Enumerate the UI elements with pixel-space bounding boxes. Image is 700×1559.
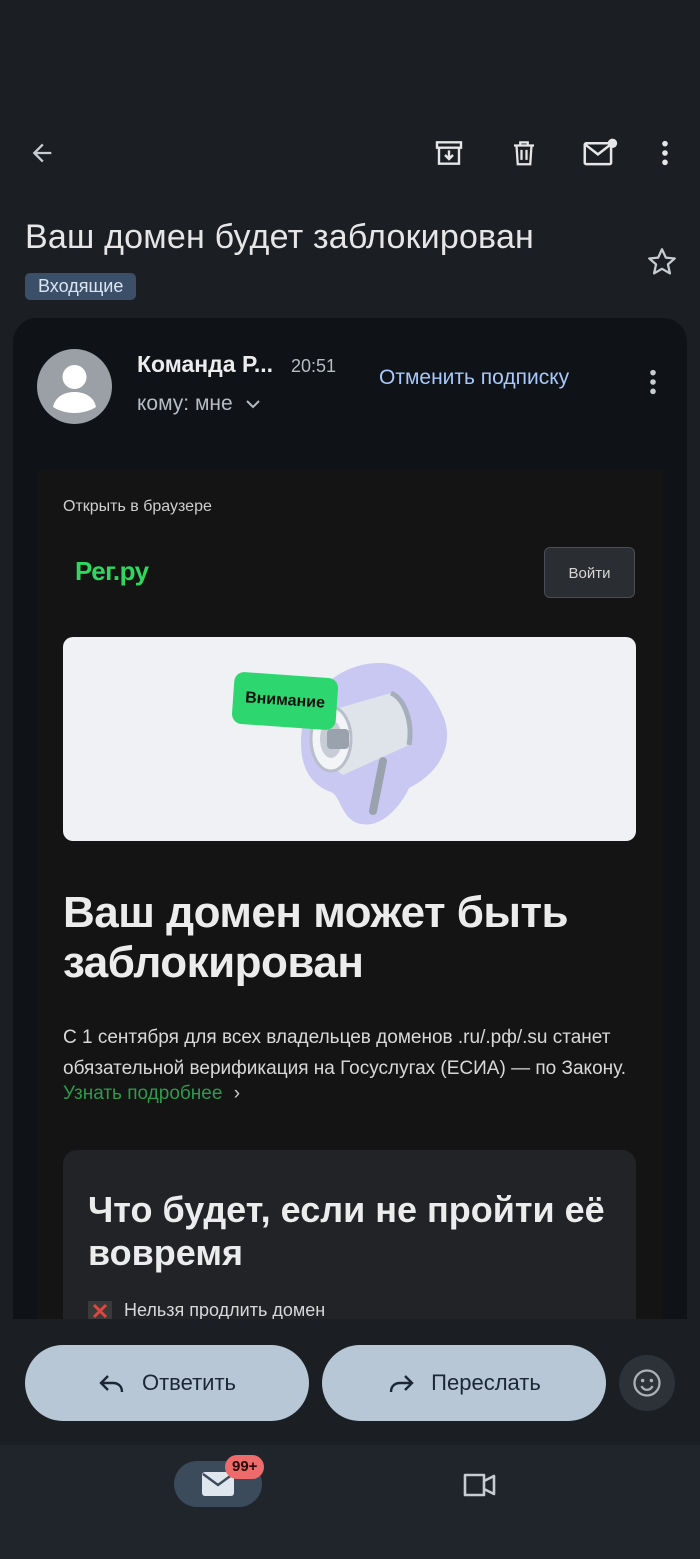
attention-banner[interactable]: Внимание (63, 637, 636, 841)
avatar[interactable] (37, 349, 112, 424)
archive-button[interactable] (429, 133, 469, 173)
unread-count-badge: 99+ (225, 1455, 265, 1479)
reply-icon (98, 1371, 126, 1395)
message-more-button[interactable] (641, 362, 665, 402)
more-vert-icon (649, 368, 657, 396)
attention-badge: Внимание (231, 671, 339, 731)
star-button[interactable] (642, 242, 682, 282)
unsubscribe-link[interactable]: Отменить подписку (379, 366, 569, 390)
bottom-navigation: 99+ (0, 1445, 700, 1559)
mark-unread-button[interactable] (578, 133, 622, 173)
email-paragraph: С 1 сентября для всех владельцев доменов… (63, 1027, 627, 1079)
smiley-icon (632, 1368, 662, 1398)
emoji-reaction-button[interactable] (619, 1355, 675, 1411)
back-button[interactable] (22, 133, 62, 173)
recipient-details[interactable]: кому: мне (137, 392, 261, 416)
email-headline: Ваш домен может быть заблокирован (63, 888, 569, 987)
cross-mark-icon (88, 1300, 112, 1319)
more-options-button[interactable] (651, 133, 679, 173)
consequence-text: Нельзя продлить домен (124, 1300, 326, 1319)
trash-icon (509, 137, 539, 169)
message-time: 20:51 (291, 356, 337, 376)
reply-label: Ответить (141, 1370, 237, 1395)
open-in-browser-link[interactable]: Открыть в браузере (63, 498, 212, 516)
email-body: Открыть в браузере Рег.ру Войти Внимание… (37, 470, 663, 1319)
learn-more-link[interactable]: Узнать подробнее › (63, 1083, 240, 1105)
mail-unread-icon (582, 137, 618, 169)
forward-button[interactable]: Переслать (322, 1345, 606, 1421)
email-subject: Ваш домен будет заблокирован (25, 218, 535, 256)
consequences-box: Что будет, если не пройти её вовремя Нел… (63, 1150, 636, 1319)
forward-label: Переслать (431, 1370, 541, 1395)
learn-more-label: Узнать подробнее (63, 1083, 223, 1104)
sender-name[interactable]: Команда Р... (137, 351, 273, 378)
star-icon (645, 245, 679, 279)
recipient-label: кому: мне (137, 392, 233, 415)
login-button[interactable]: Войти (544, 547, 635, 598)
delete-button[interactable] (504, 133, 544, 173)
inbox-label-chip[interactable]: Входящие (25, 273, 137, 300)
arrow-left-icon (28, 139, 56, 167)
message-card: Команда Р... 20:51 кому: мне Отменить по… (13, 318, 687, 1319)
reply-button[interactable]: Ответить (25, 1345, 309, 1421)
nav-meet[interactable] (462, 1465, 498, 1505)
video-camera-icon (462, 1470, 498, 1500)
archive-icon (433, 137, 465, 169)
brand-logo[interactable]: Рег.ру (75, 556, 149, 587)
chevron-right-icon: › (233, 1083, 241, 1104)
forward-icon (387, 1371, 415, 1395)
more-vert-icon (661, 139, 669, 167)
consequences-title: Что будет, если не пройти её вовремя (88, 1189, 605, 1273)
consequence-item: Нельзя продлить домен (88, 1300, 325, 1319)
chevron-down-icon (245, 399, 261, 409)
